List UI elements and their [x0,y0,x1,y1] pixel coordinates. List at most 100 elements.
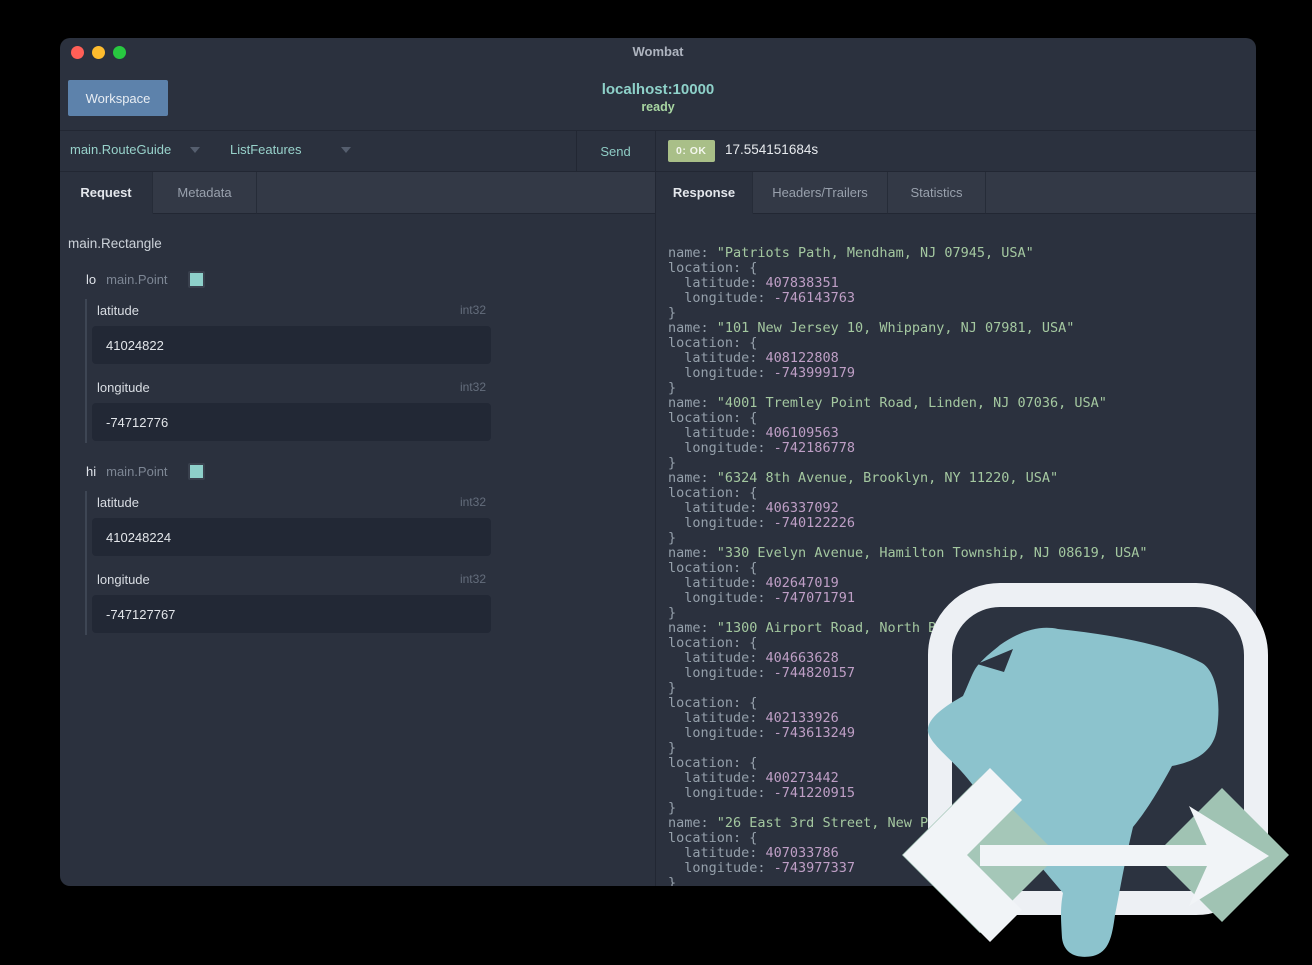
group-header: lo main.Point [68,270,655,288]
status-badge: 0: OK [668,140,715,162]
field-label: longitude [97,380,150,395]
response-line: } [668,875,677,887]
form-field: latitude int32 [92,303,491,364]
tab-request[interactable]: Request [60,172,153,214]
response-line: longitude: -743999179 [668,365,855,381]
field-label: latitude [97,303,139,318]
desktop: { "window": { "title": "Wombat" }, "head… [0,0,1312,960]
request-form: main.Rectangle lo main.Point latitude in… [60,214,655,886]
server-host: localhost:10000 [601,81,715,98]
response-line: name: "101 New Jersey 10, Whippany, NJ 0… [668,320,1075,336]
response-line: latitude: 404663628 [668,650,839,666]
close-icon[interactable] [71,46,84,59]
form-field: longitude int32 [92,380,491,441]
zoom-icon[interactable] [113,46,126,59]
response-line: name: "6324 8th Avenue, Brooklyn, NY 112… [668,470,1059,486]
hi-longitude-input[interactable] [92,595,491,633]
field-label: longitude [97,572,150,587]
response-line: longitude: -741220915 [668,785,855,801]
response-body: name: "Patriots Path, Mendham, NJ 07945,… [668,245,1148,887]
field-scalar-type: int32 [459,303,486,317]
field-type: main.Point [106,271,168,287]
response-line: longitude: -746143763 [668,290,855,306]
response-line: location: { [668,695,758,711]
response-line: longitude: -742186778 [668,440,855,456]
request-tabstrip: Request Metadata [60,172,655,214]
field-group-lo: lo main.Point latitude int32 longitude i… [68,270,655,443]
response-line: name: "Patriots Path, Mendham, NJ 07945,… [668,245,1034,261]
response-line: longitude: -740122226 [668,515,855,531]
call-duration: 17.554151684s [725,142,819,157]
group-fields: latitude int32 longitude int32 [85,299,497,443]
minimize-icon[interactable] [92,46,105,59]
method-select[interactable]: ListFeatures [230,142,302,157]
response-line: } [668,605,677,621]
response-line: location: { [668,635,758,651]
field-scalar-type: int32 [459,495,486,509]
response-line: name: "1300 Airport Road, North Br [668,620,945,636]
response-line: location: { [668,335,758,351]
window-title: Wombat [632,44,684,59]
response-line: } [668,530,677,546]
response-line: longitude: -744820157 [668,665,855,681]
response-line: latitude: 400273442 [668,770,839,786]
field-type: main.Point [106,463,168,479]
response-line: latitude: 406337092 [668,500,839,516]
response-line: location: { [668,560,758,576]
response-line: location: { [668,755,758,771]
response-line: latitude: 402647019 [668,575,839,591]
form-field: latitude int32 [92,495,491,556]
response-line: location: { [668,830,758,846]
tab-metadata[interactable]: Metadata [153,172,257,214]
chevron-down-icon[interactable] [341,147,351,153]
field-name: lo [86,271,97,287]
service-select[interactable]: main.RouteGuide [70,142,171,157]
hi-checkbox[interactable] [187,462,205,480]
response-tabstrip: Response Headers/Trailers Statistics [656,172,1256,214]
message-type-label: main.Rectangle [68,236,162,251]
app-window: Wombat Workspace localhost:10000 ready m… [60,38,1256,886]
tab-statistics[interactable]: Statistics [888,172,986,214]
response-line: longitude: -747071791 [668,590,855,606]
tabstrip-filler [257,172,655,214]
tab-response[interactable]: Response [656,172,753,214]
response-line: name: "4001 Tremley Point Road, Linden, … [668,395,1107,411]
response-line: } [668,740,677,756]
method-bar: main.RouteGuide ListFeatures Send 0: OK … [60,131,1256,171]
field-group-hi: hi main.Point latitude int32 longitude i… [68,462,655,635]
tab-headers-trailers[interactable]: Headers/Trailers [753,172,888,214]
field-scalar-type: int32 [459,380,486,394]
response-line: latitude: 406109563 [668,425,839,441]
send-button[interactable]: Send [576,131,655,171]
response-line: longitude: -743613249 [668,725,855,741]
connection-status: ready [641,100,675,114]
response-line: } [668,680,677,696]
response-line: latitude: 407033786 [668,845,839,861]
group-header: hi main.Point [68,462,655,480]
response-line: location: { [668,410,758,426]
response-line: } [668,305,677,321]
response-line: latitude: 408122808 [668,350,839,366]
response-line: location: { [668,260,758,276]
response-line: latitude: 402133926 [668,710,839,726]
traffic-lights [71,46,126,59]
response-line: longitude: -743977337 [668,860,855,876]
lo-longitude-input[interactable] [92,403,491,441]
response-line: name: "330 Evelyn Avenue, Hamilton Towns… [668,545,1148,561]
response-line: } [668,380,677,396]
response-panel: name: "Patriots Path, Mendham, NJ 07945,… [656,214,1256,887]
response-line: name: "26 East 3rd Street, New Pr [668,815,937,831]
response-line: } [668,800,677,816]
tabstrip-filler [986,172,1256,214]
form-field: longitude int32 [92,572,491,633]
response-line: location: { [668,485,758,501]
field-name: hi [86,463,97,479]
response-line: latitude: 407838351 [668,275,839,291]
hi-latitude-input[interactable] [92,518,491,556]
response-line: } [668,455,677,471]
lo-checkbox[interactable] [187,270,205,288]
lo-latitude-input[interactable] [92,326,491,364]
field-label: latitude [97,495,139,510]
field-scalar-type: int32 [459,572,486,586]
chevron-down-icon[interactable] [190,147,200,153]
